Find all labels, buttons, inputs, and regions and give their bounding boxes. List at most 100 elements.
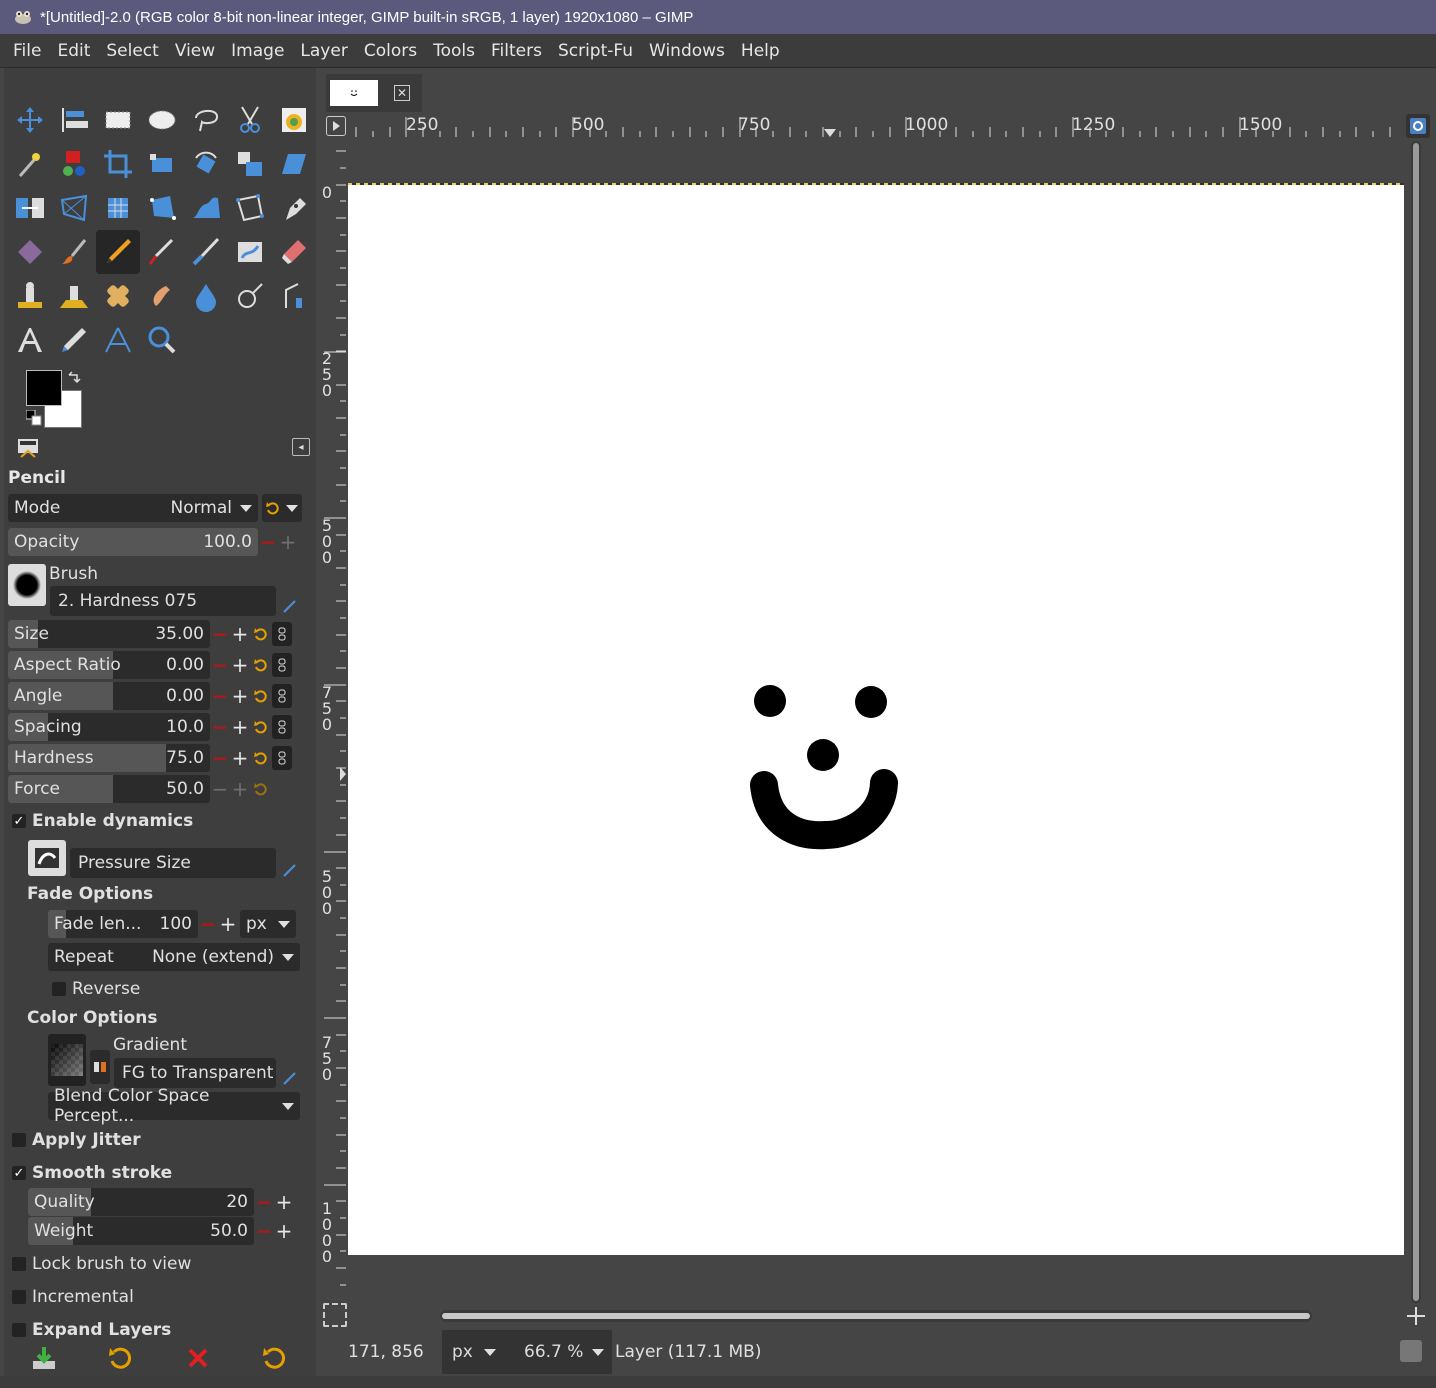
by-color-select-tool[interactable] [52, 142, 96, 186]
spacing-reset-button[interactable] [250, 713, 272, 741]
enable-dynamics-checkbox[interactable]: ✓ Enable dynamics [12, 811, 193, 831]
bucket-fill-tool[interactable] [8, 230, 52, 274]
fade-unit-dropdown[interactable]: px [240, 910, 296, 938]
menu-edit[interactable]: Edit [49, 41, 98, 61]
hardness-decrease-button[interactable]: − [210, 744, 230, 772]
color-picker-tool-2[interactable] [52, 318, 96, 362]
hardness-increase-button[interactable]: + [230, 744, 250, 772]
airbrush-tool[interactable] [140, 230, 184, 274]
restore-options-button[interactable] [106, 1344, 134, 1372]
vertical-ruler[interactable]: 0 250 500 750 500 750 1000 [320, 141, 346, 1297]
scissors-tool[interactable] [228, 98, 272, 142]
apply-jitter-checkbox[interactable]: Apply Jitter [12, 1130, 141, 1150]
foreground-select-tool[interactable] [272, 98, 316, 142]
pencil-tool[interactable] [96, 230, 140, 274]
expand-layers-checkbox[interactable]: Expand Layers [12, 1320, 171, 1340]
image-canvas[interactable] [348, 185, 1404, 1255]
opacity-slider[interactable]: Opacity 100.0 [8, 528, 258, 556]
reset-options-button[interactable] [260, 1344, 288, 1372]
eraser-tool[interactable] [272, 230, 316, 274]
scale-tool[interactable] [228, 142, 272, 186]
align-tool[interactable] [52, 98, 96, 142]
aspect-ratio-decrease-button[interactable]: − [210, 651, 230, 679]
size-reset-button[interactable] [250, 620, 272, 648]
weight-slider[interactable]: Weight 50.0 [28, 1217, 254, 1245]
toggle-selection-button[interactable] [323, 1303, 347, 1327]
dynamics-name-field[interactable]: Pressure Size [70, 848, 276, 878]
opacity-decrease-button[interactable]: − [258, 528, 278, 556]
cage-tool[interactable] [228, 186, 272, 230]
mode-reset-dropdown[interactable] [262, 494, 302, 522]
repeat-dropdown[interactable]: Repeat None (extend) [48, 943, 300, 971]
rotate-tool[interactable] [184, 142, 228, 186]
reverse-checkbox[interactable]: Reverse [52, 979, 140, 999]
zoom-tool[interactable] [140, 318, 184, 362]
size-decrease-button[interactable]: − [210, 620, 230, 648]
size-increase-button[interactable]: + [230, 620, 250, 648]
delete-options-button[interactable] [184, 1344, 212, 1372]
aspect-ratio-link-button[interactable] [272, 653, 292, 677]
aspect-ratio-reset-button[interactable] [250, 651, 272, 679]
vertical-scrollbar[interactable] [1411, 141, 1421, 1303]
menu-colors[interactable]: Colors [356, 41, 425, 61]
dodge-burn-tool[interactable] [228, 274, 272, 318]
gradient-name-field[interactable]: FG to Transparent [114, 1058, 276, 1088]
quality-increase-button[interactable]: + [274, 1188, 294, 1216]
spacing-decrease-button[interactable]: − [210, 713, 230, 741]
mode-dropdown[interactable]: Mode Normal [8, 494, 258, 522]
size-slider[interactable]: Size 35.00 [8, 620, 210, 648]
edit-gradient-icon[interactable] [282, 1070, 298, 1086]
crop-tool[interactable] [96, 142, 140, 186]
edit-brush-icon[interactable] [282, 598, 298, 614]
incremental-checkbox[interactable]: Incremental [12, 1287, 134, 1307]
save-options-button[interactable] [30, 1344, 58, 1372]
unified-transform-tool[interactable] [140, 142, 184, 186]
force-decrease-button[interactable]: − [210, 775, 230, 803]
3d-transform-tool[interactable] [96, 186, 140, 230]
ellipse-select-tool[interactable] [140, 98, 184, 142]
angle-slider[interactable]: Angle 0.00 [8, 682, 210, 710]
fuzzy-select-tool[interactable] [8, 142, 52, 186]
weight-increase-button[interactable]: + [274, 1217, 294, 1245]
angle-decrease-button[interactable]: − [210, 682, 230, 710]
foreground-color-swatch[interactable] [26, 370, 62, 406]
menu-layer[interactable]: Layer [292, 41, 355, 61]
size-link-button[interactable] [272, 622, 292, 646]
color-picker-tool[interactable] [272, 274, 316, 318]
move-tool[interactable] [8, 98, 52, 142]
opacity-increase-button[interactable]: + [278, 528, 298, 556]
menu-image[interactable]: Image [223, 41, 292, 61]
edit-dynamics-icon[interactable] [282, 862, 298, 878]
fade-length-slider[interactable]: Fade len... 100 [48, 910, 198, 938]
swap-colors-icon[interactable] [66, 370, 82, 386]
blur-tool[interactable] [184, 274, 228, 318]
menu-select[interactable]: Select [98, 41, 166, 61]
quick-mask-button[interactable] [1406, 114, 1430, 138]
aspect-ratio-slider[interactable]: Aspect Ratio 0.00 [8, 651, 210, 679]
spacing-link-button[interactable] [272, 715, 292, 739]
angle-link-button[interactable] [272, 684, 292, 708]
spacing-slider[interactable]: Spacing 10.0 [8, 713, 210, 741]
heal-tool[interactable] [96, 274, 140, 318]
horizontal-ruler[interactable]: 250 500 750 1000 1250 1500 [348, 113, 1404, 139]
blend-space-dropdown[interactable]: Blend Color Space Percept... [48, 1086, 300, 1126]
fade-length-decrease-button[interactable]: − [198, 910, 218, 938]
fade-length-increase-button[interactable]: + [218, 910, 238, 938]
weight-decrease-button[interactable]: − [254, 1217, 274, 1245]
quality-decrease-button[interactable]: − [254, 1188, 274, 1216]
angle-reset-button[interactable] [250, 682, 272, 710]
angle-increase-button[interactable]: + [230, 682, 250, 710]
mypaint-brush-tool[interactable] [228, 230, 272, 274]
flip-tool[interactable] [8, 186, 52, 230]
ruler-menu-button[interactable] [326, 116, 346, 136]
brush-preview-button[interactable] [8, 564, 46, 606]
hardness-link-button[interactable] [272, 746, 292, 770]
cancel-progress-icon[interactable] [1400, 1340, 1422, 1362]
force-increase-button[interactable]: + [230, 775, 250, 803]
quality-slider[interactable]: Quality 20 [28, 1188, 254, 1216]
menu-help[interactable]: Help [733, 41, 788, 61]
menu-tools[interactable]: Tools [425, 41, 483, 61]
force-slider[interactable]: Force 50.0 [8, 775, 210, 803]
image-tab[interactable]: ✕ [326, 74, 422, 112]
tool-options-tab[interactable] [12, 432, 44, 464]
